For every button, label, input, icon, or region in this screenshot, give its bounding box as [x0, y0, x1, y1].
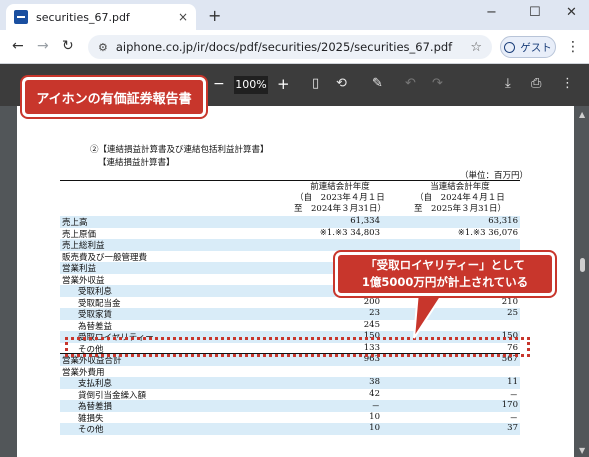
- row-label: 支払利息: [78, 379, 113, 389]
- tab-strip: securities_67.pdf × + − ☐ ✕: [0, 0, 589, 30]
- row-value-prev: －: [371, 402, 380, 412]
- row-label: 営業利益: [62, 264, 97, 274]
- address-toolbar: ← → ↻ ⚙ aiphone.co.jp/ir/docs/pdf/securi…: [0, 30, 589, 64]
- browser-menu-icon[interactable]: ⋮: [566, 39, 580, 55]
- tab-title: securities_67.pdf: [36, 10, 130, 24]
- redo-icon[interactable]: ↷: [432, 76, 443, 91]
- royalty-note-callout: 「受取ロイヤリティー」として 1億5000万円が計上されている: [335, 252, 555, 296]
- row-value-prev: 10: [369, 411, 380, 422]
- row-value-prev: ※1.※3 34,803: [319, 227, 380, 238]
- table-row: 貸倒引当金繰入額 42 －: [60, 389, 520, 401]
- section-title: ②【連結損益計算書及び連結包括利益計算書】: [90, 145, 269, 155]
- row-label: 貸倒引当金繰入額: [78, 390, 147, 401]
- row-label: 為替差益: [78, 321, 113, 332]
- callout-pointer: [413, 292, 446, 339]
- column-curr-to: 至 2025年３月31日）: [414, 204, 506, 214]
- annotate-pen-icon[interactable]: ✎: [372, 76, 383, 91]
- table-row: 為替差損 － 170: [60, 400, 520, 412]
- column-curr-from: （自 2024年４月１日: [415, 193, 505, 203]
- tab-securities-pdf[interactable]: securities_67.pdf ×: [6, 4, 196, 30]
- row-value-curr: ※1.※3 36,076: [457, 227, 518, 238]
- column-curr-title: 当連結会計年度: [430, 182, 490, 192]
- close-window-button[interactable]: ✕: [566, 5, 577, 20]
- row-value-prev: 245: [363, 319, 380, 330]
- new-tab-button[interactable]: +: [208, 6, 221, 25]
- row-label: 販売費及び一般管理費: [62, 252, 148, 263]
- back-arrow-icon[interactable]: ←: [12, 38, 24, 54]
- pdf-favicon-icon: [14, 10, 28, 24]
- row-value-curr: －: [509, 390, 518, 401]
- row-value-prev: 38: [369, 377, 380, 387]
- royalty-highlight-box: [65, 337, 530, 357]
- row-value-curr: 11: [507, 377, 518, 387]
- row-value-curr: 170: [501, 400, 518, 410]
- reload-icon[interactable]: ↻: [62, 38, 74, 54]
- note-line-2: 1億5000万円が計上されている: [361, 275, 529, 289]
- statement-title: 【連結損益計算書】: [98, 158, 175, 168]
- row-label: 営業外費用: [62, 367, 105, 378]
- note-line-1: 「受取ロイヤリティー」として: [365, 258, 525, 272]
- scroll-up-icon[interactable]: ▲: [579, 110, 585, 119]
- zoom-out-button[interactable]: −: [213, 76, 225, 92]
- row-value-curr: 63,316: [488, 216, 518, 226]
- undo-icon[interactable]: ↶: [405, 76, 416, 91]
- forward-arrow-icon[interactable]: →: [37, 38, 49, 54]
- table-row: 売上原価 ※1.※3 34,803 ※1.※3 36,076: [60, 228, 520, 240]
- profile-icon: [504, 41, 516, 53]
- table-row: その他 10 37: [60, 423, 520, 435]
- row-value-prev: 23: [369, 308, 380, 318]
- tab-close-icon[interactable]: ×: [178, 10, 188, 24]
- title-callout: アイホンの有価証券報告書: [22, 77, 206, 117]
- row-label: 売上高: [62, 218, 88, 228]
- scrollbar-track[interactable]: [577, 106, 589, 457]
- scrollbar-thumb[interactable]: [580, 258, 585, 272]
- row-value-curr: 210: [501, 296, 518, 307]
- guest-label: ゲスト: [520, 41, 552, 54]
- url-text[interactable]: aiphone.co.jp/ir/docs/pdf/securities/202…: [116, 40, 470, 54]
- zoom-level-input[interactable]: 100%: [234, 76, 268, 94]
- table-row: 売上総利益: [60, 239, 520, 251]
- row-label: 受取配当金: [78, 298, 121, 309]
- row-value-prev: 61,334: [350, 216, 380, 226]
- bookmark-star-icon[interactable]: ☆: [470, 40, 482, 55]
- row-label: 営業外収益: [62, 275, 105, 286]
- row-label: 為替差損: [78, 402, 113, 412]
- site-info-icon[interactable]: ⚙: [98, 41, 108, 54]
- table-row: 為替差益 245: [60, 320, 520, 332]
- column-header-curr: 当連結会計年度 （自 2024年４月１日 至 2025年３月31日）: [385, 182, 535, 215]
- rotate-icon[interactable]: ⟲: [336, 76, 347, 91]
- row-label: 売上総利益: [62, 241, 105, 251]
- row-value-curr: 25: [507, 308, 518, 318]
- table-row: 売上高 61,334 63,316: [60, 216, 520, 228]
- row-label: 受取家賃: [78, 310, 113, 320]
- row-label: 売上原価: [62, 229, 97, 240]
- download-icon[interactable]: ⤓: [505, 76, 511, 91]
- row-label: その他: [78, 425, 104, 435]
- table-row: 営業外費用: [60, 366, 520, 378]
- table-row: 受取配当金 200 210: [60, 297, 520, 309]
- row-value-prev: 10: [369, 423, 380, 433]
- table-top-rule: [60, 180, 520, 181]
- table-row: 支払利息 38 11: [60, 377, 520, 389]
- address-bar[interactable]: ⚙ aiphone.co.jp/ir/docs/pdf/securities/2…: [88, 35, 492, 59]
- row-label: 受取利息: [78, 287, 113, 297]
- guest-profile-button[interactable]: ゲスト: [500, 36, 556, 58]
- row-value-prev: 42: [369, 388, 380, 399]
- minimize-button[interactable]: −: [486, 5, 497, 20]
- pdf-menu-icon[interactable]: ⋮: [561, 76, 574, 91]
- row-value-curr: 37: [507, 423, 518, 433]
- row-value-curr: －: [509, 413, 518, 424]
- table-row: 受取家賃 23 25: [60, 308, 520, 320]
- table-row: 雑損失 10 －: [60, 412, 520, 424]
- row-label: 雑損失: [78, 413, 104, 424]
- row-value-prev: 200: [363, 296, 380, 307]
- print-icon[interactable]: ⎙: [531, 76, 541, 91]
- scroll-down-icon[interactable]: ▼: [579, 446, 585, 455]
- fit-page-icon[interactable]: ▯: [312, 76, 319, 91]
- zoom-in-button[interactable]: +: [277, 75, 290, 93]
- maximize-button[interactable]: ☐: [529, 5, 541, 20]
